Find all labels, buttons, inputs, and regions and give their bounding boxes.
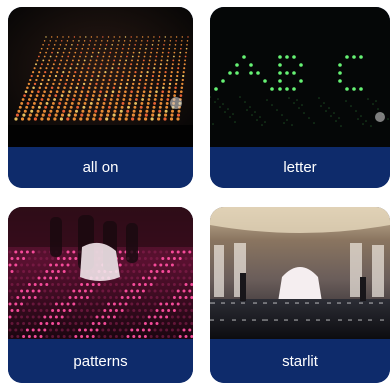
card-all-on[interactable]: all on xyxy=(8,7,193,188)
starlit-ballroom-image xyxy=(210,207,390,339)
led-letter-display-image xyxy=(210,7,390,147)
led-grid-all-on-image xyxy=(8,7,193,147)
card-letter[interactable]: letter xyxy=(210,7,390,188)
card-label-all-on: all on xyxy=(8,147,193,188)
mode-grid: all on letter patterns starlit xyxy=(0,0,390,387)
card-label-starlit: starlit xyxy=(210,339,390,383)
card-label-patterns: patterns xyxy=(8,339,193,383)
card-patterns[interactable]: patterns xyxy=(8,207,193,383)
card-starlit[interactable]: starlit xyxy=(210,207,390,383)
card-label-letter: letter xyxy=(210,147,390,188)
led-patterns-dance-floor-image xyxy=(8,207,193,339)
